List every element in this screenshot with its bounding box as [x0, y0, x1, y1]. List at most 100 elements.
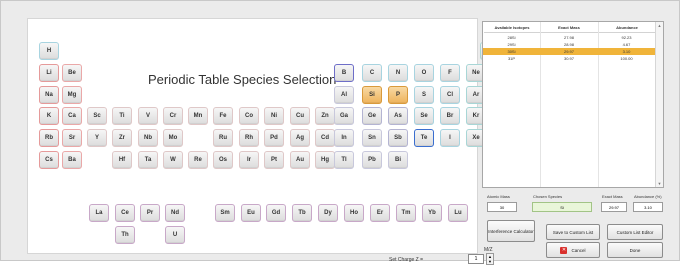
element-sr[interactable]: Sr — [62, 129, 82, 147]
element-re[interactable]: Re — [188, 151, 208, 169]
charge-spinner[interactable]: ▲ ▼ — [486, 253, 494, 265]
interference-calculator-button[interactable]: Interference Calculator — [487, 220, 535, 242]
element-cu[interactable]: Cu — [290, 107, 310, 125]
element-zn[interactable]: Zn — [315, 107, 335, 125]
element-ni[interactable]: Ni — [264, 107, 284, 125]
element-nd[interactable]: Nd — [165, 204, 185, 222]
element-li[interactable]: Li — [39, 64, 59, 82]
table-row[interactable]: 28Si 27.98 92.23 — [483, 34, 655, 41]
periodic-table-panel: Periodic Table Species Selection HHeLiBe… — [27, 18, 500, 265]
table-row[interactable]: 31P 30.97 100.00 — [483, 55, 655, 62]
element-au[interactable]: Au — [290, 151, 310, 169]
element-ba[interactable]: Ba — [62, 151, 82, 169]
element-cl[interactable]: Cl — [440, 86, 460, 104]
element-os[interactable]: Os — [213, 151, 233, 169]
element-lu[interactable]: Lu — [448, 204, 468, 222]
element-si[interactable]: Si — [362, 86, 382, 104]
element-p[interactable]: P — [388, 86, 408, 104]
cancel-label: Cancel — [571, 247, 586, 253]
element-ru[interactable]: Ru — [213, 129, 233, 147]
element-eu[interactable]: Eu — [241, 204, 261, 222]
element-ge[interactable]: Ge — [362, 107, 382, 125]
atomic-mass-field[interactable]: 30 — [487, 202, 517, 212]
element-pt[interactable]: Pt — [264, 151, 284, 169]
element-tl[interactable]: Tl — [334, 151, 354, 169]
element-th[interactable]: Th — [115, 226, 135, 244]
charge-input[interactable]: 1 — [468, 254, 484, 264]
element-mn[interactable]: Mn — [188, 107, 208, 125]
element-al[interactable]: Al — [334, 86, 354, 104]
element-as[interactable]: As — [388, 107, 408, 125]
element-pd[interactable]: Pd — [264, 129, 284, 147]
element-ti[interactable]: Ti — [112, 107, 132, 125]
element-ce[interactable]: Ce — [115, 204, 135, 222]
page-title: Periodic Table Species Selection — [148, 72, 337, 87]
element-ag[interactable]: Ag — [290, 129, 310, 147]
element-pr[interactable]: Pr — [140, 204, 160, 222]
scroll-up-icon[interactable]: ▲ — [657, 23, 662, 28]
chosen-species-field[interactable]: Si — [532, 202, 592, 212]
element-w[interactable]: W — [163, 151, 183, 169]
element-mo[interactable]: Mo — [163, 129, 183, 147]
element-na[interactable]: Na — [39, 86, 59, 104]
element-yb[interactable]: Yb — [422, 204, 442, 222]
element-in[interactable]: In — [334, 129, 354, 147]
element-cr[interactable]: Cr — [163, 107, 183, 125]
element-tb[interactable]: Tb — [292, 204, 312, 222]
scroll-down-icon[interactable]: ▼ — [657, 181, 662, 186]
element-o[interactable]: O — [414, 64, 434, 82]
element-f[interactable]: F — [440, 64, 460, 82]
table-scrollbar[interactable]: ▲ ▼ — [655, 22, 663, 187]
table-row-selected[interactable]: 30Si 29.97 3.10 — [483, 48, 655, 55]
element-ta[interactable]: Ta — [138, 151, 158, 169]
element-y[interactable]: Y — [87, 129, 107, 147]
table-row[interactable]: 29Si 28.98 4.67 — [483, 41, 655, 48]
element-bi[interactable]: Bi — [388, 151, 408, 169]
element-tm[interactable]: Tm — [396, 204, 416, 222]
element-se[interactable]: Se — [414, 107, 434, 125]
custom-list-editor-button[interactable]: Custom List Editor — [607, 224, 663, 240]
element-fe[interactable]: Fe — [213, 107, 233, 125]
exact-mass-field[interactable]: 29.97 — [601, 202, 627, 212]
element-ho[interactable]: Ho — [344, 204, 364, 222]
element-mg[interactable]: Mg — [62, 86, 82, 104]
element-sm[interactable]: Sm — [215, 204, 235, 222]
element-sn[interactable]: Sn — [362, 129, 382, 147]
cancel-button[interactable]: ✕ Cancel — [546, 242, 600, 258]
element-nb[interactable]: Nb — [138, 129, 158, 147]
element-c[interactable]: C — [362, 64, 382, 82]
element-zr[interactable]: Zr — [112, 129, 132, 147]
element-k[interactable]: K — [39, 107, 59, 125]
element-i[interactable]: I — [440, 129, 460, 147]
abundance-field[interactable]: 3.10 — [633, 202, 663, 212]
element-sb[interactable]: Sb — [388, 129, 408, 147]
done-button[interactable]: Done — [607, 242, 663, 258]
element-cd[interactable]: Cd — [315, 129, 335, 147]
element-te[interactable]: Te — [414, 129, 434, 147]
element-sc[interactable]: Sc — [87, 107, 107, 125]
element-rh[interactable]: Rh — [239, 129, 259, 147]
element-h[interactable]: H — [39, 42, 59, 60]
element-er[interactable]: Er — [370, 204, 390, 222]
element-pb[interactable]: Pb — [362, 151, 382, 169]
element-rb[interactable]: Rb — [39, 129, 59, 147]
element-hf[interactable]: Hf — [112, 151, 132, 169]
element-v[interactable]: V — [138, 107, 158, 125]
element-ir[interactable]: Ir — [239, 151, 259, 169]
element-cs[interactable]: Cs — [39, 151, 59, 169]
element-gd[interactable]: Gd — [266, 204, 286, 222]
element-dy[interactable]: Dy — [318, 204, 338, 222]
element-u[interactable]: U — [165, 226, 185, 244]
element-ga[interactable]: Ga — [334, 107, 354, 125]
save-custom-list-button[interactable]: Save to Custom List — [546, 224, 600, 240]
element-ca[interactable]: Ca — [62, 107, 82, 125]
element-hg[interactable]: Hg — [315, 151, 335, 169]
element-be[interactable]: Be — [62, 64, 82, 82]
element-br[interactable]: Br — [440, 107, 460, 125]
element-b[interactable]: B — [334, 64, 354, 82]
element-n[interactable]: N — [388, 64, 408, 82]
spin-down-icon[interactable]: ▼ — [487, 259, 493, 264]
element-s[interactable]: S — [414, 86, 434, 104]
element-co[interactable]: Co — [239, 107, 259, 125]
element-la[interactable]: La — [89, 204, 109, 222]
